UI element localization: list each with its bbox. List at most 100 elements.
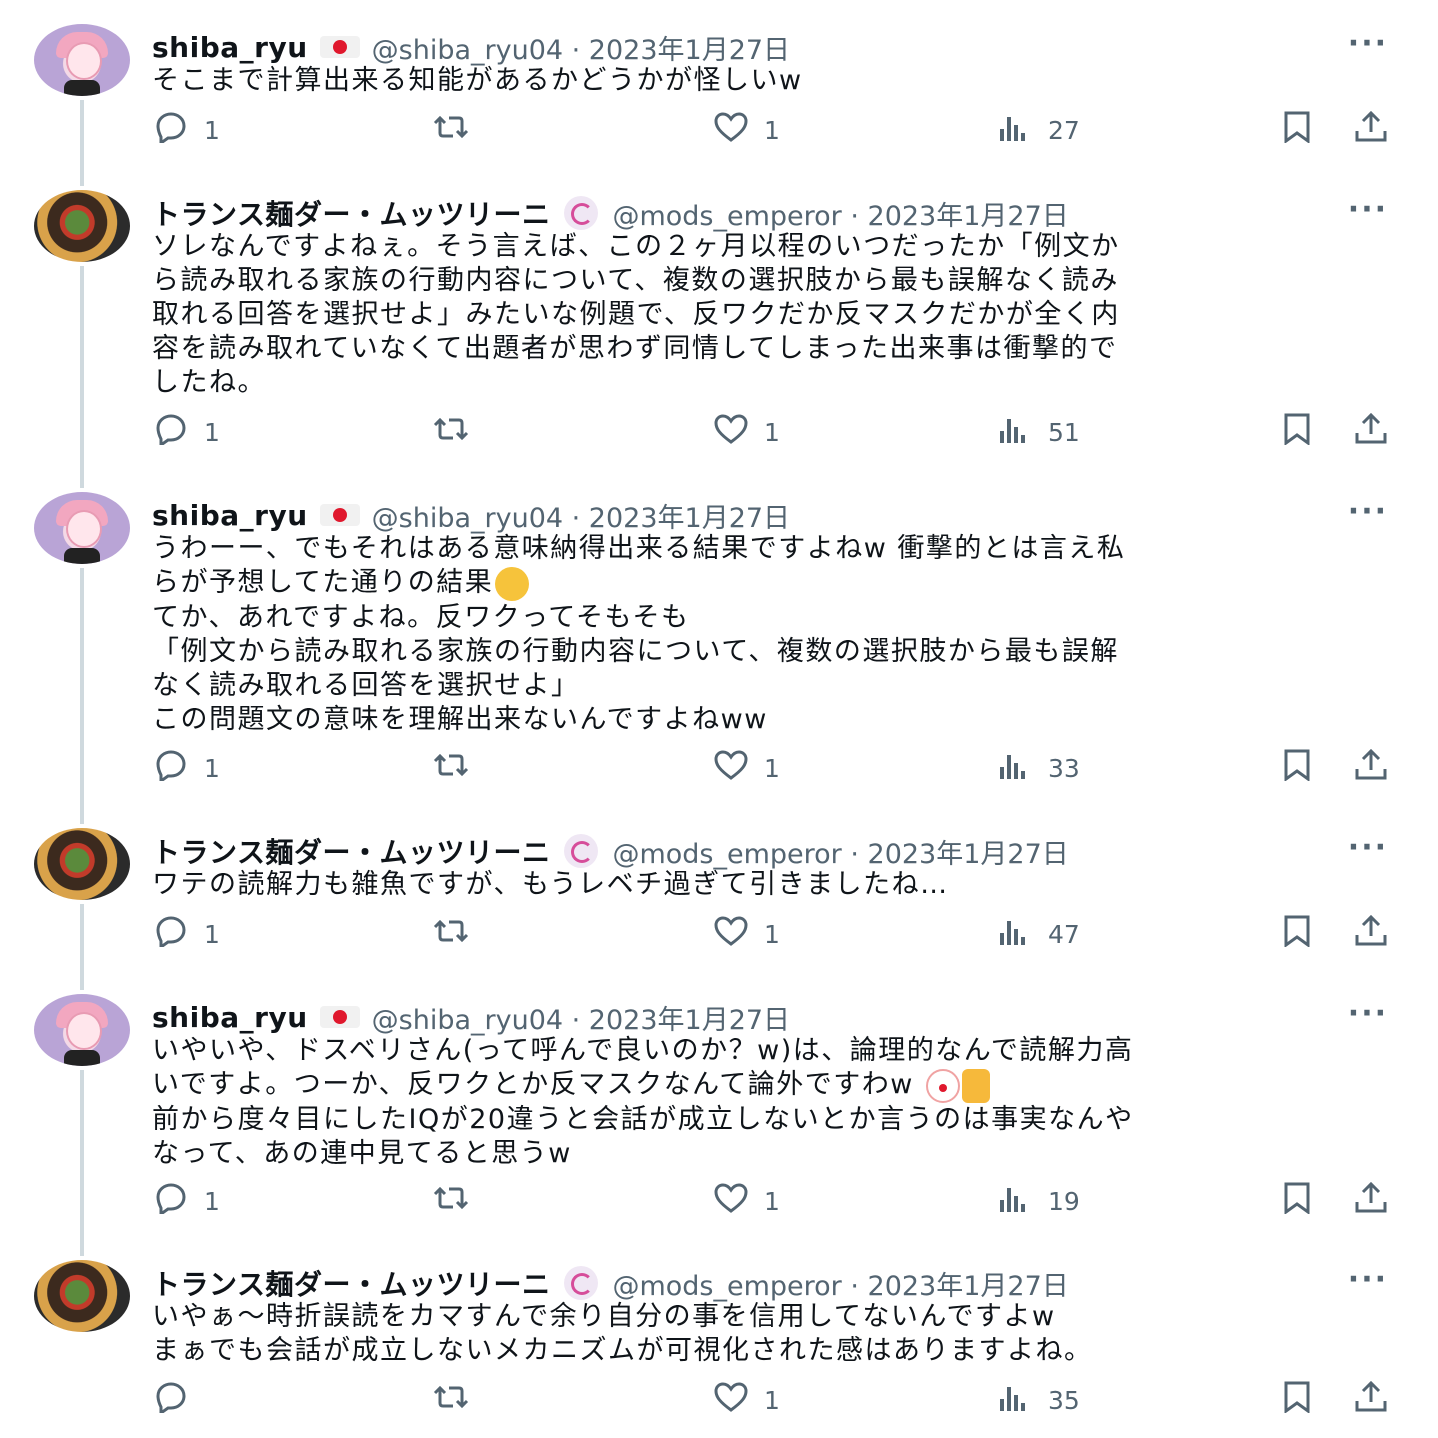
tweet-text: ワテの読解力も雑魚ですが、もうレベチ過ぎて引きましたね… [152,868,1392,902]
views-button[interactable]: 27 [996,110,1080,150]
more-options-icon[interactable]: ··· [1348,26,1388,61]
share-button[interactable] [1352,748,1390,788]
avatar[interactable] [34,492,130,564]
avatar[interactable] [34,190,130,262]
views-count: 51 [1048,417,1080,447]
bookmark-icon [1278,915,1316,953]
thread-connector-line [80,266,84,488]
bookmark-button[interactable] [1278,748,1316,788]
display-name[interactable]: トランス麺ダー・ムッツリーニ [152,1263,550,1303]
tweet-text: いやいや、ドスベリさん(って呼んで良いのか？w)は、論理的なんで読解力高 いですよ… [152,1034,1392,1171]
tweet-text-span: ソレなんですよねぇ。そう言えば、この２ヶ月以程のいつだったか「例文か [152,231,1120,262]
tweet-text-span: ら読み取れる家族の行動内容について、複数の選択肢から最も誤解なく読み [152,265,1119,296]
bookmark-button[interactable] [1278,110,1316,150]
views-count: 19 [1048,1186,1080,1216]
reply-button[interactable]: 1 [152,748,220,788]
avatar[interactable] [34,994,130,1066]
views-button[interactable]: 47 [996,914,1080,954]
handle-and-date[interactable]: @mods_emperor · 2023年1月27日 [612,832,1068,871]
reply-icon [152,915,190,953]
share-button[interactable] [1352,1181,1390,1221]
like-button[interactable]: 1 [712,110,780,150]
bookmark-button[interactable] [1278,412,1316,452]
retweet-button[interactable] [432,1380,470,1420]
views-button[interactable]: 33 [996,748,1080,788]
bookmark-icon [1278,1381,1316,1419]
like-button[interactable]: 1 [712,748,780,788]
like-button[interactable]: 1 [712,914,780,954]
share-button[interactable] [1352,914,1390,954]
views-button[interactable]: 35 [996,1380,1080,1420]
like-button[interactable]: 1 [712,1181,780,1221]
handle-and-date[interactable]: @mods_emperor · 2023年1月27日 [612,1264,1068,1303]
bookmark-icon [1278,413,1316,451]
tweet-text-span: そこまで計算出来る知能があるかどうかが怪しいw [152,65,803,96]
display-name[interactable]: トランス麺ダー・ムッツリーニ [152,193,550,233]
tweet-text-line: 「例文から読み取れる家族の行動内容について、複数の選択肢から最も誤解 [152,635,1392,669]
tweet-text-line: ワテの読解力も雑魚ですが、もうレベチ過ぎて引きましたね… [152,868,1392,902]
reply-icon [152,111,190,149]
tweet-header: トランス麺ダー・ムッツリーニ @mods_emperor · 2023年1月27日 [152,193,1069,233]
avatar[interactable] [34,1260,130,1332]
tweet-text-line: なって、あの連中見てると思うw [152,1137,1392,1171]
reply-button[interactable]: 1 [152,110,220,150]
tweet-text-line: いやぁ～時折誤読をカマすんで余り自分の事を信用してないんですよw [152,1300,1392,1334]
handle-and-date[interactable]: @mods_emperor · 2023年1月27日 [612,194,1068,233]
tweet-action-bar: 1 1 27 [0,110,1438,150]
more-options-icon[interactable]: ··· [1348,830,1388,865]
share-button[interactable] [1352,1380,1390,1420]
share-button[interactable] [1352,412,1390,452]
japan-flag-icon [319,504,360,526]
bookmark-button[interactable] [1278,1181,1316,1221]
handle-and-date[interactable]: @shiba_ryu04 · 2023年1月27日 [372,496,790,535]
retweet-button[interactable] [432,412,470,452]
retweet-icon [432,915,470,953]
retweet-icon [432,413,470,451]
tweet-header: shiba_ryu @shiba_ryu04 · 2023年1月27日 [152,998,790,1037]
swirl-badge-icon [564,834,599,868]
retweet-icon [432,1381,470,1419]
retweet-button[interactable] [432,110,470,150]
views-count: 27 [1048,115,1080,145]
reply-button[interactable]: 1 [152,914,220,954]
display-name[interactable]: shiba_ryu [152,499,308,532]
more-options-icon[interactable]: ··· [1348,494,1388,529]
likes-count: 1 [764,115,780,145]
retweet-button[interactable] [432,914,470,954]
likes-count: 1 [764,1186,780,1216]
tweet-text-span: まぁでも会話が成立しないメカニズムが可視化された感はありますよね。 [152,1335,1093,1366]
display-name[interactable]: shiba_ryu [152,31,308,64]
more-options-icon[interactable]: ··· [1348,192,1388,227]
views-icon [996,111,1034,149]
tweet-text-line: てか、あれですよね。反ワクってそもそも [152,601,1392,635]
bookmark-button[interactable] [1278,1380,1316,1420]
display-name[interactable]: トランス麺ダー・ムッツリーニ [152,831,550,871]
tweet-header: トランス麺ダー・ムッツリーニ @mods_emperor · 2023年1月27日 [152,831,1069,871]
share-button[interactable] [1352,110,1390,150]
retweet-button[interactable] [432,748,470,788]
reply-button[interactable] [152,1380,204,1420]
reply-button[interactable]: 1 [152,1181,220,1221]
avatar[interactable] [34,828,130,900]
thread-connector-line [80,1070,84,1256]
swirl-badge-icon [564,196,599,230]
share-icon [1352,1380,1390,1419]
tweet-text-line: 前から度々目にしたIQが20違うと会話が成立しないとか言うのは事実なんや [152,1103,1392,1137]
more-options-icon[interactable]: ··· [1348,996,1388,1031]
display-name[interactable]: shiba_ryu [152,1001,308,1034]
like-button[interactable]: 1 [712,412,780,452]
tweet-text-span: いやぁ～時折誤読をカマすんで余り自分の事を信用してないんですよw [152,1301,1056,1332]
views-button[interactable]: 51 [996,412,1080,452]
reply-button[interactable]: 1 [152,412,220,452]
retweet-button[interactable] [432,1181,470,1221]
likes-count: 1 [764,1385,780,1415]
tweet-header: shiba_ryu @shiba_ryu04 · 2023年1月27日 [152,28,790,67]
handle-and-date[interactable]: @shiba_ryu04 · 2023年1月27日 [372,28,790,67]
views-button[interactable]: 19 [996,1181,1080,1221]
bookmark-button[interactable] [1278,914,1316,954]
handle-and-date[interactable]: @shiba_ryu04 · 2023年1月27日 [372,998,790,1037]
heart-icon [712,111,750,149]
more-options-icon[interactable]: ··· [1348,1262,1388,1297]
like-button[interactable]: 1 [712,1380,780,1420]
avatar[interactable] [34,24,130,96]
